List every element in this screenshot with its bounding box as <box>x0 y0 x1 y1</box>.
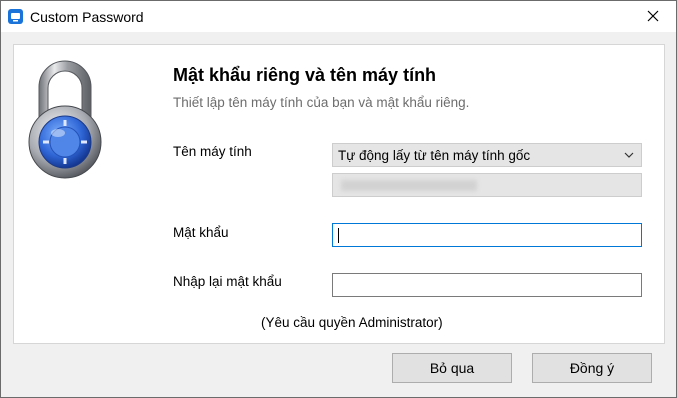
password-label: Mật khẩu <box>173 225 229 240</box>
computer-name-select[interactable]: Tự động lấy từ tên máy tính gốc <box>332 143 642 167</box>
computer-name-selected-value: Tự động lấy từ tên máy tính gốc <box>338 148 531 163</box>
admin-required-note: (Yêu cầu quyền Administrator) <box>261 315 443 330</box>
title-bar: Custom Password <box>1 1 676 32</box>
chevron-down-icon <box>624 152 634 158</box>
app-icon <box>8 9 23 24</box>
computer-name-label: Tên máy tính <box>173 144 252 159</box>
close-button[interactable] <box>630 1 676 32</box>
padlock-icon <box>28 60 102 179</box>
confirm-password-input[interactable] <box>332 273 642 297</box>
skip-button[interactable]: Bỏ qua <box>392 353 512 383</box>
computer-name-field <box>332 173 642 197</box>
ok-button[interactable]: Đồng ý <box>532 353 652 383</box>
dialog-subheading: Thiết lập tên máy tính của bạn và mật kh… <box>173 95 470 110</box>
password-input[interactable] <box>332 223 642 247</box>
close-icon <box>647 10 659 22</box>
custom-password-dialog: Custom Password Mật khẩu riêng và tên má… <box>0 0 677 398</box>
confirm-password-label: Nhập lại mật khẩu <box>173 274 282 289</box>
window-title: Custom Password <box>30 9 144 25</box>
dialog-heading: Mật khẩu riêng và tên máy tính <box>173 65 437 85</box>
text-caret <box>338 228 339 243</box>
computer-name-redacted <box>341 180 477 191</box>
